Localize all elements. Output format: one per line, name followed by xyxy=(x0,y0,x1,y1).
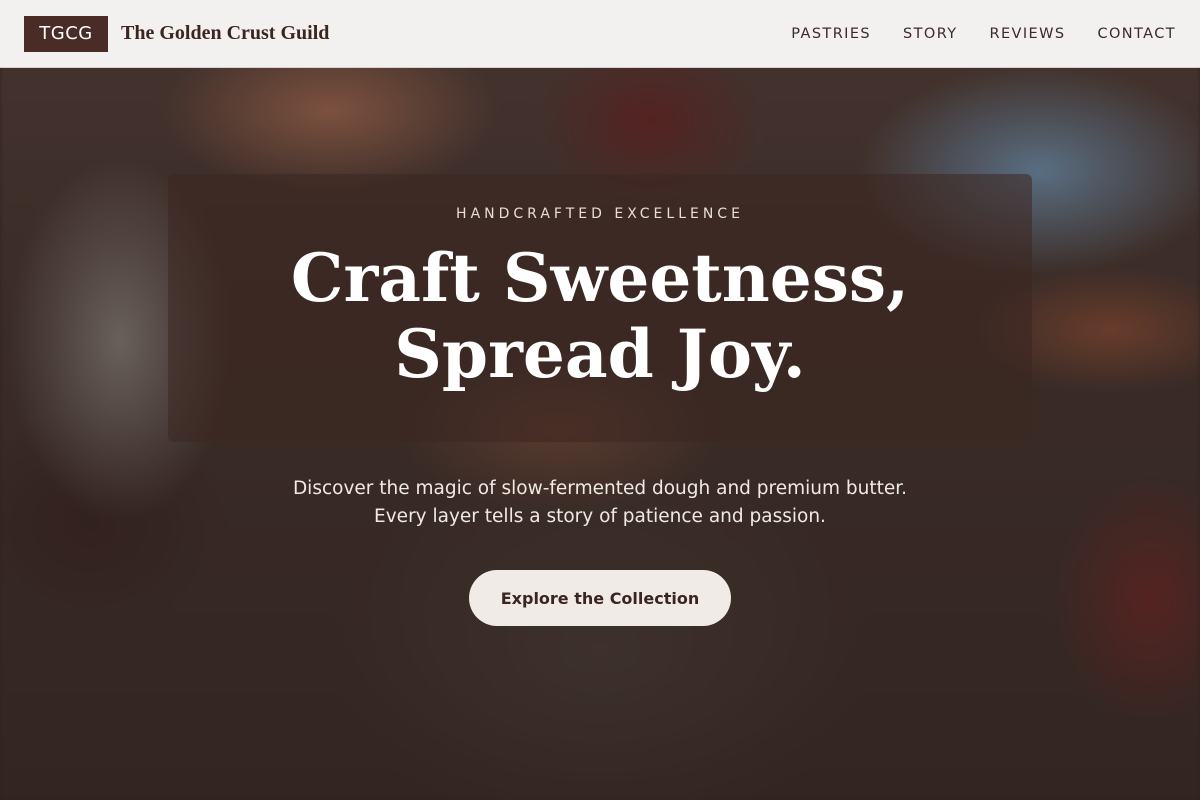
logo-badge[interactable]: TGCG xyxy=(24,15,108,52)
hero-title-line-1: Craft Sweetness, xyxy=(290,239,910,317)
nav-link-reviews[interactable]: REVIEWS xyxy=(990,26,1066,42)
nav-link-story[interactable]: STORY xyxy=(903,26,957,42)
nav-link-pastries[interactable]: PASTRIES xyxy=(791,26,871,42)
hero-description-line-2: Every layer tells a story of patience an… xyxy=(374,506,826,527)
site-header: TGCG The Golden Crust Guild PASTRIES STO… xyxy=(0,0,1200,68)
explore-collection-button[interactable]: Explore the Collection xyxy=(469,570,731,626)
hero-description: Discover the magic of slow-fermented dou… xyxy=(0,475,1200,531)
brand-name[interactable]: The Golden Crust Guild xyxy=(121,22,329,45)
hero-title-line-2: Spread Joy. xyxy=(394,315,806,393)
main-nav: PASTRIES STORY REVIEWS CONTACT xyxy=(791,26,1176,42)
hero-title: Craft Sweetness, Spread Joy. xyxy=(0,240,1200,392)
hero-description-line-1: Discover the magic of slow-fermented dou… xyxy=(292,478,908,499)
hero-eyebrow: HANDCRAFTED EXCELLENCE xyxy=(456,206,744,222)
nav-link-contact[interactable]: CONTACT xyxy=(1097,26,1176,42)
